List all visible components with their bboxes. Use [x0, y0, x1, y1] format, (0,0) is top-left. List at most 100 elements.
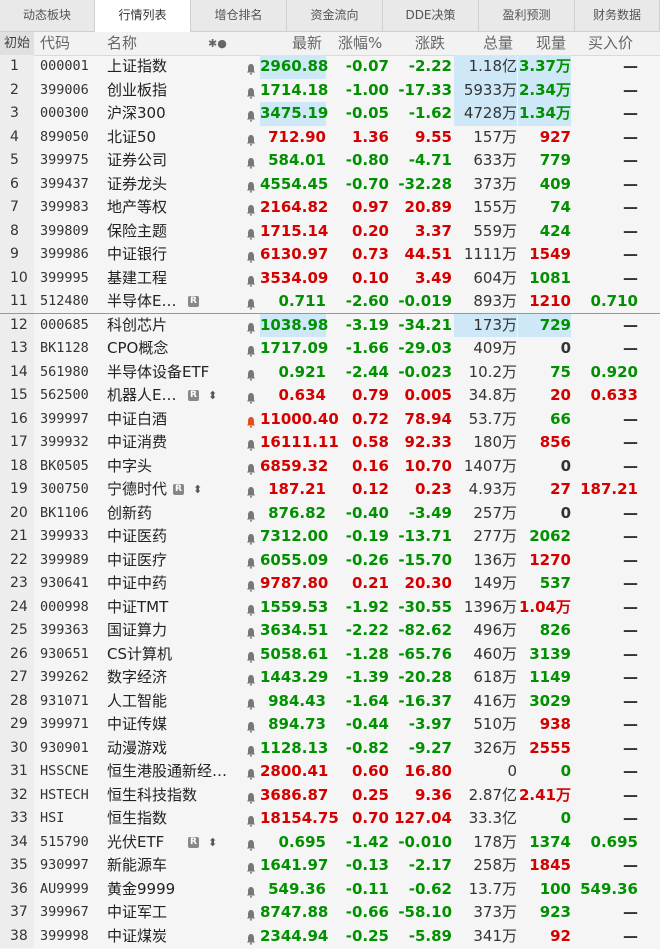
table-row[interactable]: 34 515790 光伏ETF R ⬍ 0.695 -1.42 -0.010 178万 1374 0…	[0, 830, 660, 854]
header-init[interactable]: 初始	[0, 32, 34, 55]
bell-icon[interactable]	[246, 601, 256, 616]
table-row[interactable]: 3 000300 沪深300 3475.19 -0.05 -1.62 4728万 1.34万 —	[0, 102, 660, 126]
table-row[interactable]: 12 000685 科创芯片 1038.98 -3.19 -34.21 173万 729 —	[0, 313, 660, 337]
header-code[interactable]: 代码	[40, 32, 70, 55]
bell-icon[interactable]	[246, 859, 256, 874]
table-row[interactable]: 13 BK1128 CPO概念 1717.09 -1.66 -29.03 409万 0 —	[0, 337, 660, 361]
table-row[interactable]: 4 899050 北证50 712.90 1.36 9.55 157万 927 —	[0, 125, 660, 149]
header-pct[interactable]: 涨幅%	[338, 32, 382, 55]
header-price[interactable]: 最新	[292, 32, 322, 55]
table-row[interactable]: 32 HSTECH 恒生科技指数 3686.87 0.25 9.36 2.87亿 2.41万 —	[0, 783, 660, 807]
table-row[interactable]: 20 BK1106 创新药 876.82 -0.40 -3.49 257万 0 —	[0, 501, 660, 525]
header-name[interactable]: 名称	[107, 32, 137, 55]
bell-icon[interactable]	[246, 319, 256, 334]
table-row[interactable]: 35 930997 新能源车 1641.97 -0.13 -2.17 258万 1845 —	[0, 854, 660, 878]
table-row[interactable]: 9 399986 中证银行 6130.97 0.73 44.51 1111万 1549 —	[0, 243, 660, 267]
bell-icon[interactable]	[246, 530, 256, 545]
table-row[interactable]: 14 561980 半导体设备ETF 0.921 -2.44 -0.023 10.2万 75 0…	[0, 360, 660, 384]
table-row[interactable]: 18 BK0505 中字头 6859.32 0.16 10.70 1407万 0 —	[0, 454, 660, 478]
bell-icon[interactable]	[246, 577, 256, 592]
bell-icon[interactable]	[246, 765, 256, 780]
bell-icon[interactable]	[246, 342, 256, 357]
bell-icon[interactable]	[246, 812, 256, 827]
bell-icon[interactable]	[246, 836, 256, 851]
bell-icon[interactable]	[246, 507, 256, 522]
table-row[interactable]: 33 HSI 恒生指数 18154.75 0.70 127.04 33.3亿 0 —	[0, 807, 660, 831]
header-now[interactable]: 现量	[536, 32, 566, 55]
row-price: 549.36	[268, 879, 326, 898]
bell-icon[interactable]	[246, 107, 256, 122]
row-current-volume: 1210	[529, 292, 571, 310]
bell-icon[interactable]	[246, 201, 256, 216]
row-name: 人工智能	[107, 691, 168, 710]
bell-icon[interactable]	[246, 60, 256, 75]
row-code: 931071	[40, 692, 89, 709]
bell-icon[interactable]	[246, 84, 256, 99]
table-row[interactable]: 5 399975 证券公司 584.01 -0.80 -4.71 633万 779 —	[0, 149, 660, 173]
tab-4[interactable]: DDE决策	[383, 0, 479, 31]
table-row[interactable]: 7 399983 地产等权 2164.82 0.97 20.89 155万 74 —	[0, 196, 660, 220]
header-chg[interactable]: 涨跌	[415, 32, 445, 55]
tab-1[interactable]: 行情列表	[95, 0, 191, 32]
bell-icon[interactable]	[246, 295, 256, 310]
bell-icon[interactable]	[246, 930, 256, 945]
bell-icon[interactable]	[246, 366, 256, 381]
bell-icon[interactable]	[246, 436, 256, 451]
bell-icon[interactable]	[246, 178, 256, 193]
table-row[interactable]: 22 399989 中证医疗 6055.09 -0.26 -15.70 136万 1270 —	[0, 548, 660, 572]
tab-5[interactable]: 盈利预测	[479, 0, 575, 31]
table-row[interactable]: 28 931071 人工智能 984.43 -1.64 -16.37 416万 3029 —	[0, 689, 660, 713]
bell-icon[interactable]	[246, 695, 256, 710]
bell-icon[interactable]	[246, 906, 256, 921]
table-row[interactable]: 29 399971 中证传媒 894.73 -0.44 -3.97 510万 938 —	[0, 713, 660, 737]
bell-icon[interactable]	[246, 248, 256, 263]
table-row[interactable]: 37 399967 中证军工 8747.88 -0.66 -58.10 373万 923 —	[0, 901, 660, 925]
table-row[interactable]: 17 399932 中证消费 16111.11 0.58 92.33 180万 856 —	[0, 431, 660, 455]
bell-icon[interactable]	[246, 624, 256, 639]
table-row[interactable]: 25 399363 国证算力 3634.51 -2.22 -82.62 496万 826 —	[0, 619, 660, 643]
bell-icon[interactable]	[246, 225, 256, 240]
table-row[interactable]: 6 399437 证券龙头 4554.45 -0.70 -32.28 373万 409 —	[0, 172, 660, 196]
table-row[interactable]: 1 000001 上证指数 2960.88 -0.07 -2.22 1.18亿 3.37万 —	[0, 55, 660, 79]
bell-icon[interactable]	[246, 671, 256, 686]
table-row[interactable]: 36 AU9999 黄金9999 549.36 -0.11 -0.62 13.7万 100 54…	[0, 877, 660, 901]
header-bid[interactable]: 买入价	[588, 32, 633, 55]
bell-icon[interactable]	[246, 131, 256, 146]
bell-icon[interactable]	[246, 483, 256, 498]
tab-6[interactable]: 财务数据	[575, 0, 660, 31]
tab-3[interactable]: 资金流向	[287, 0, 383, 31]
row-change-pct: -2.60	[345, 292, 389, 310]
table-row[interactable]: 38 399998 中证煤炭 2344.94 -0.25 -5.89 341万 92 —	[0, 924, 660, 948]
bell-icon[interactable]	[246, 648, 256, 663]
bell-icon[interactable]	[246, 718, 256, 733]
bell-icon[interactable]	[246, 460, 256, 475]
table-row[interactable]: 27 399262 数字经济 1443.29 -1.39 -20.28 618万 1149 —	[0, 666, 660, 690]
bell-icon[interactable]	[246, 413, 256, 428]
table-row[interactable]: 31 HSSCNE 恒生港股通新经… 2800.41 0.60 16.80 0 0 —	[0, 760, 660, 784]
bell-icon[interactable]	[246, 389, 256, 404]
table-row[interactable]: 19 300750 宁德时代 R ⬍ 187.21 0.12 0.23 4.93万 27 187.2…	[0, 478, 660, 502]
tab-2[interactable]: 增仓排名	[191, 0, 287, 31]
table-row[interactable]: 26 930651 CS计算机 5058.61 -1.28 -65.76 460万 3139 —	[0, 642, 660, 666]
row-bid-price: —	[623, 621, 638, 639]
table-row[interactable]: 30 930901 动漫游戏 1128.13 -0.82 -9.27 326万 2555 —	[0, 736, 660, 760]
table-row[interactable]: 15 562500 机器人E… R ⬍ 0.634 0.79 0.005 34.8万 20 0.63…	[0, 384, 660, 408]
table-row[interactable]: 8 399809 保险主题 1715.14 0.20 3.37 559万 424 —	[0, 219, 660, 243]
bell-icon[interactable]	[246, 272, 256, 287]
bell-icon[interactable]	[246, 554, 256, 569]
table-row[interactable]: 10 399995 基建工程 3534.09 0.10 3.49 604万 1081 —	[0, 266, 660, 290]
bell-icon[interactable]	[246, 789, 256, 804]
table-row[interactable]: 11 512480 半导体E… R 0.711 -2.60 -0.019 893万 1210 0.…	[0, 290, 660, 314]
table-row[interactable]: 21 399933 中证医药 7312.00 -0.19 -13.71 277万 2062 —	[0, 525, 660, 549]
header-vol[interactable]: 总量	[483, 32, 513, 55]
bell-icon[interactable]	[246, 154, 256, 169]
row-change: 3.37	[414, 221, 452, 240]
bell-icon[interactable]	[246, 742, 256, 757]
header-marks[interactable]: ✱●	[208, 32, 227, 55]
table-row[interactable]: 23 930641 中证中药 9787.80 0.21 20.30 149万 537 —	[0, 572, 660, 596]
bell-icon[interactable]	[246, 883, 256, 898]
table-row[interactable]: 2 399006 创业板指 1714.18 -1.00 -17.33 5933万 2.34万 —	[0, 78, 660, 102]
table-row[interactable]: 24 000998 中证TMT 1559.53 -1.92 -30.55 1396万 1.04…	[0, 595, 660, 619]
table-row[interactable]: 16 399997 中证白酒 11000.40 0.72 78.94 53.7万 66 —	[0, 407, 660, 431]
tab-0[interactable]: 动态板块	[0, 0, 95, 31]
